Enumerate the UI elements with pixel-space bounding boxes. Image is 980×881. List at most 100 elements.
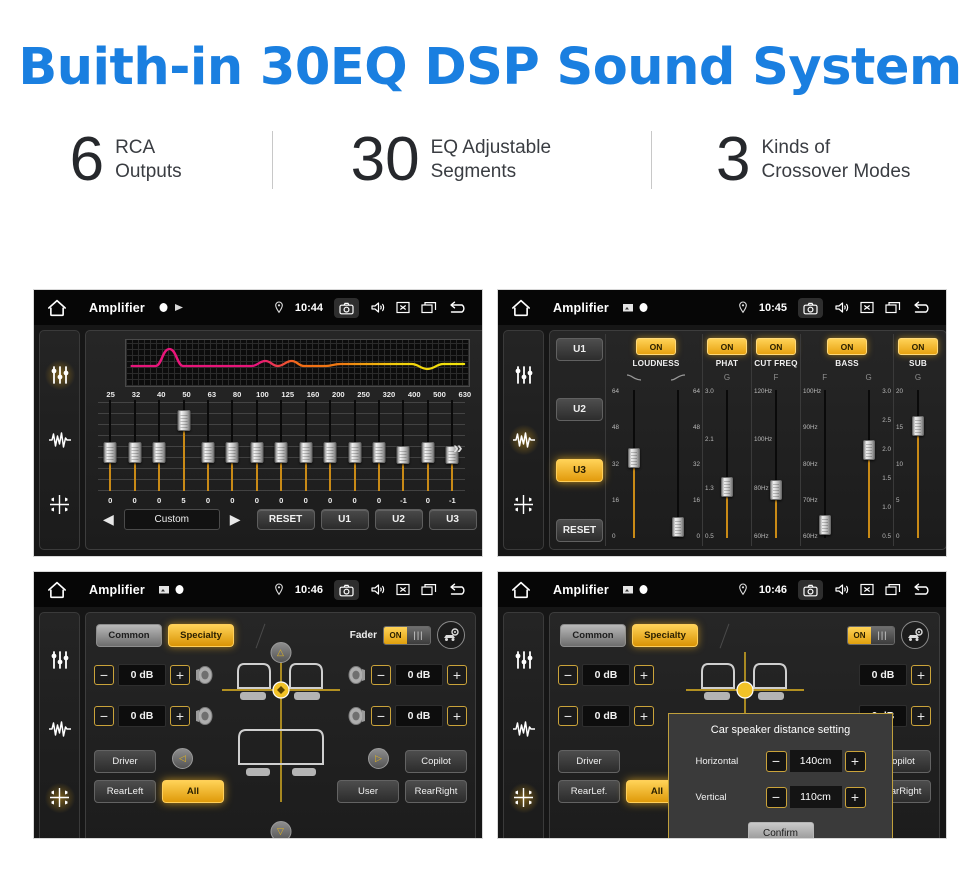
preset-rearright-button[interactable]: RearRight	[405, 780, 467, 803]
phat-on-button[interactable]: ON	[706, 338, 748, 355]
eq-slider[interactable]: 0	[317, 400, 343, 505]
decrease-button[interactable]: −	[558, 706, 578, 726]
eq-slider[interactable]: 0	[293, 400, 318, 505]
eq-slider[interactable]: 0	[122, 400, 147, 505]
increase-button[interactable]: +	[170, 706, 190, 726]
increase-button[interactable]: +	[447, 706, 467, 726]
eq-slider[interactable]: 5	[171, 400, 196, 505]
volume-button[interactable]	[370, 301, 385, 314]
increase-button[interactable]: +	[911, 706, 931, 726]
home-icon[interactable]	[47, 581, 67, 599]
sidebar-item-equalizer[interactable]	[509, 645, 539, 675]
bass-gain-fader[interactable]: 3.0 2.5 2.0 1.5 1.0 0.5	[847, 384, 891, 544]
eq-slider[interactable]: 0	[195, 400, 221, 505]
recent-apps-button[interactable]	[421, 583, 437, 596]
sidebar-item-balance[interactable]	[44, 782, 75, 813]
bass-on-button[interactable]: ON	[826, 338, 868, 355]
sidebar-item-balance[interactable]	[508, 782, 539, 813]
close-button[interactable]	[396, 583, 410, 596]
eq-slider[interactable]: -1	[391, 400, 416, 505]
user-preset-u3-button[interactable]: U3	[428, 509, 477, 530]
back-button[interactable]	[912, 301, 933, 314]
recent-apps-button[interactable]	[421, 301, 437, 314]
horizontal-stepper[interactable]: − 140cm +	[765, 750, 866, 772]
back-button[interactable]	[448, 301, 469, 314]
cutfreq-on-button[interactable]: ON	[755, 338, 797, 355]
preset-next-button[interactable]: ▶	[226, 511, 245, 528]
increase-button[interactable]: +	[911, 665, 931, 685]
sidebar-item-balance[interactable]	[45, 490, 75, 520]
camera-button[interactable]	[334, 297, 359, 318]
loudness-fader-2[interactable]: 64 48 32 16 0	[656, 384, 700, 544]
increase-button[interactable]: +	[634, 706, 654, 726]
user-preset-u2-button[interactable]: U2	[374, 509, 423, 530]
preset-copilot-button[interactable]: Copilot	[405, 750, 467, 773]
decrease-button[interactable]: −	[558, 665, 578, 685]
nav-down-button[interactable]: ▽	[270, 821, 291, 838]
sidebar-item-equalizer[interactable]	[509, 360, 539, 390]
decrease-button[interactable]: −	[765, 786, 787, 808]
volume-button[interactable]	[834, 301, 849, 314]
increase-button[interactable]: +	[844, 750, 866, 772]
eq-slider[interactable]: 0	[220, 400, 245, 505]
preset-driver-button[interactable]: Driver	[558, 750, 620, 773]
fader-toggle[interactable]: ON |||	[847, 625, 895, 645]
camera-button[interactable]	[798, 297, 823, 318]
phat-fader[interactable]: 3.0 2.1 1.3 0.5	[705, 384, 749, 544]
car-seat-setting-button[interactable]	[437, 621, 465, 649]
recent-apps-button[interactable]	[885, 583, 901, 596]
increase-button[interactable]: +	[447, 665, 467, 685]
eq-slider[interactable]: 0	[269, 400, 294, 505]
sub-on-button[interactable]: ON	[897, 338, 939, 355]
home-icon[interactable]	[47, 299, 67, 317]
tone-preset-u2-button[interactable]: U2	[556, 398, 603, 422]
close-button[interactable]	[860, 301, 874, 314]
increase-button[interactable]: +	[634, 665, 654, 685]
increase-button[interactable]: +	[844, 786, 866, 808]
increase-button[interactable]: +	[170, 665, 190, 685]
preset-prev-button[interactable]: ◀	[99, 511, 118, 528]
seat-map[interactable]	[215, 640, 346, 802]
decrease-button[interactable]: −	[765, 750, 787, 772]
sidebar-item-balance[interactable]	[509, 490, 539, 520]
preset-rearleft-button[interactable]: RearLeft	[94, 780, 156, 803]
preset-all-button[interactable]: All	[162, 780, 224, 803]
nav-right-button[interactable]: ▷	[368, 748, 389, 769]
camera-button[interactable]	[334, 579, 359, 600]
eq-slider[interactable]: 0	[146, 400, 172, 505]
vertical-stepper[interactable]: − 110cm +	[765, 786, 866, 808]
bass-frequency-fader[interactable]: 100Hz 90Hz 80Hz 70Hz 60Hz	[803, 384, 847, 544]
nav-left-button[interactable]: ◁	[172, 748, 193, 769]
reset-button[interactable]: RESET	[256, 509, 315, 530]
sidebar-item-equalizer[interactable]	[45, 645, 75, 675]
car-seat-setting-button[interactable]	[901, 621, 929, 649]
eq-slider[interactable]: 0	[244, 400, 270, 505]
sidebar-item-equalizer[interactable]	[44, 360, 75, 391]
preset-driver-button[interactable]: Driver	[94, 750, 156, 773]
back-button[interactable]	[448, 583, 469, 596]
decrease-button[interactable]: −	[94, 706, 114, 726]
loudness-fader-1[interactable]: 64 48 32 16 0	[612, 384, 656, 544]
home-icon[interactable]	[511, 581, 531, 599]
eq-next-page-icon[interactable]: »	[453, 438, 462, 458]
tone-reset-button[interactable]: RESET	[556, 518, 603, 542]
decrease-button[interactable]: −	[94, 665, 114, 685]
nav-up-button[interactable]: △	[270, 642, 291, 663]
tone-preset-u1-button[interactable]: U1	[556, 338, 603, 361]
decrease-button[interactable]: −	[371, 706, 391, 726]
eq-slider[interactable]: 0	[98, 400, 123, 505]
sidebar-item-waveform[interactable]	[45, 425, 75, 455]
eq-slider[interactable]: 0	[342, 400, 367, 505]
confirm-button[interactable]: Confirm	[747, 822, 814, 838]
tab-specialty[interactable]: Specialty	[632, 623, 698, 647]
close-button[interactable]	[860, 583, 874, 596]
volume-button[interactable]	[834, 583, 849, 596]
close-button[interactable]	[396, 301, 410, 314]
eq-slider[interactable]: 0	[366, 400, 392, 505]
tone-preset-u3-button[interactable]: U3	[556, 458, 603, 482]
cutfreq-fader[interactable]: 120Hz 100Hz 80Hz 60Hz	[754, 384, 798, 544]
sub-gain-fader[interactable]: 20 15 10 5 0	[896, 384, 940, 544]
sidebar-item-waveform[interactable]	[508, 424, 539, 455]
sidebar-item-waveform[interactable]	[45, 714, 75, 744]
volume-button[interactable]	[370, 583, 385, 596]
